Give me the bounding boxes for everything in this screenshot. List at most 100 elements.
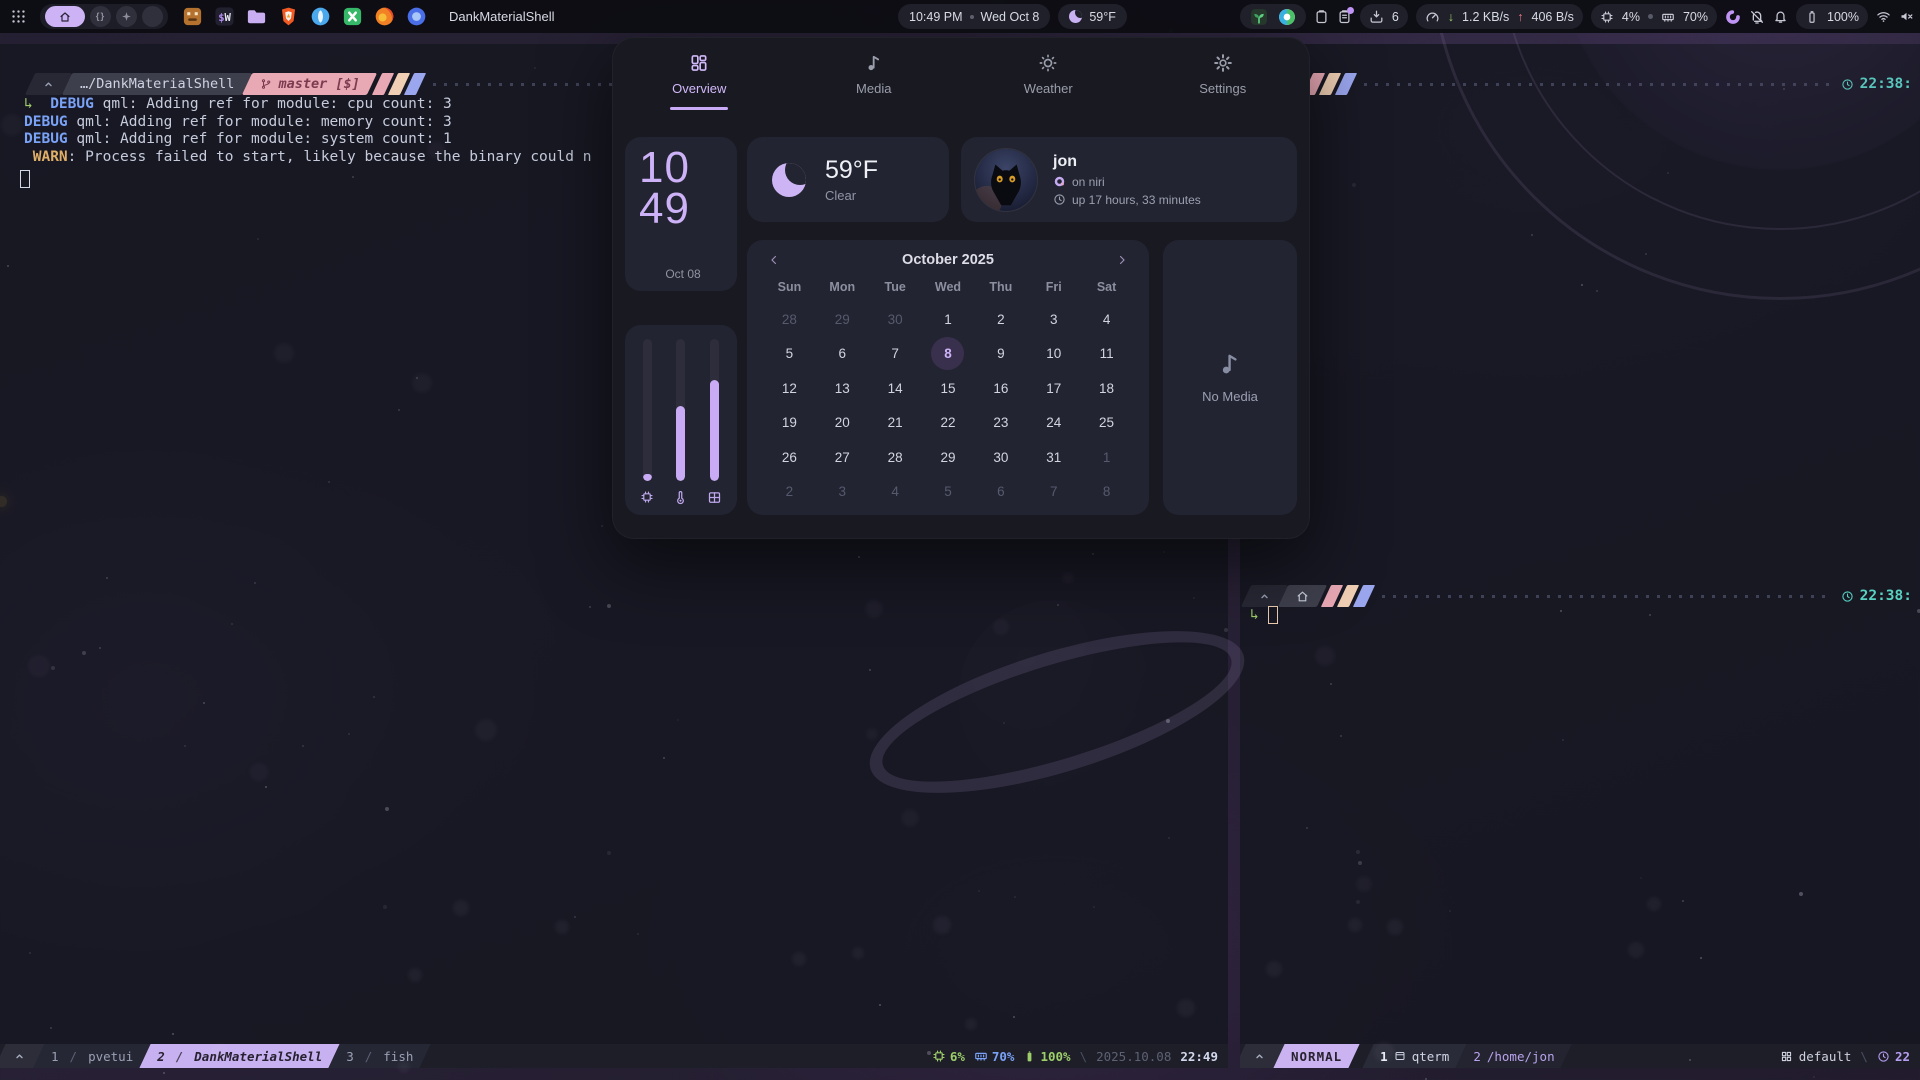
calendar-day[interactable]: 4 xyxy=(1080,302,1133,337)
calendar-day[interactable]: 17 xyxy=(1027,371,1080,406)
separator: \ xyxy=(1860,1049,1868,1064)
calendar-day[interactable]: 27 xyxy=(816,440,869,475)
terminal-tab-homejon[interactable]: 2/home/jon xyxy=(1461,1044,1566,1068)
calendar-day[interactable]: 2 xyxy=(974,302,1027,337)
dock-wallet-icon[interactable]: $W xyxy=(213,5,236,28)
dock-firefox-icon[interactable] xyxy=(373,5,396,28)
calendar-day[interactable]: 6 xyxy=(974,475,1027,510)
tab-settings[interactable]: Settings xyxy=(1136,37,1311,111)
top-bar: {} $W DankMaterialShell 10:49 PM Wed Oct… xyxy=(0,0,1920,33)
workspace-star[interactable] xyxy=(116,6,137,27)
updates-indicator[interactable]: 6 xyxy=(1360,4,1408,29)
tmux-statusbar: 1/pvetui2/DankMaterialShell3/fish 6% 70%… xyxy=(0,1044,1228,1068)
prompt-caret-segment xyxy=(30,73,67,95)
calendar-day[interactable]: 11 xyxy=(1080,337,1133,372)
calendar-day[interactable]: 7 xyxy=(1027,475,1080,510)
avatar[interactable] xyxy=(975,149,1037,211)
dock-browser-icon[interactable] xyxy=(309,5,332,28)
calendar-day[interactable]: 29 xyxy=(922,440,975,475)
calendar-day[interactable]: 7 xyxy=(869,337,922,372)
calendar-day[interactable]: 21 xyxy=(869,406,922,441)
calendar-day[interactable]: 6 xyxy=(816,337,869,372)
statusbar-caret-segment[interactable] xyxy=(1240,1044,1279,1068)
dock-messenger-icon[interactable] xyxy=(405,5,428,28)
calendar-day[interactable]: 2 xyxy=(763,475,816,510)
metric-cpu[interactable] xyxy=(640,339,654,505)
workspace-empty[interactable] xyxy=(142,6,163,27)
terminal-tab-pvetui[interactable]: 1/pvetui xyxy=(39,1044,145,1068)
calendar-day[interactable]: 1 xyxy=(922,302,975,337)
calendar-day[interactable]: 16 xyxy=(974,371,1027,406)
calendar-day[interactable]: 26 xyxy=(763,440,816,475)
calendar-day[interactable]: 5 xyxy=(922,475,975,510)
moon-icon xyxy=(1069,10,1082,23)
calendar-day[interactable]: 14 xyxy=(869,371,922,406)
calendar-day[interactable]: 12 xyxy=(763,371,816,406)
usage-donut-icon[interactable] xyxy=(1725,9,1741,25)
clipboard-notification[interactable] xyxy=(1337,9,1352,24)
calendar-day[interactable]: 10 xyxy=(1027,337,1080,372)
calendar-day[interactable]: 28 xyxy=(763,302,816,337)
mode-indicator: NORMAL xyxy=(1279,1044,1354,1068)
terminal-window-right[interactable]: 22:38: 22:38: ↳ NORMAL 1qterm2/home/jon xyxy=(1240,44,1920,1068)
calendar-day[interactable]: 8 xyxy=(1080,475,1133,510)
calendar-day[interactable]: 3 xyxy=(1027,302,1080,337)
battery-widget[interactable]: 100% xyxy=(1796,4,1868,29)
calendar-day[interactable]: 3 xyxy=(816,475,869,510)
calendar-day[interactable]: 19 xyxy=(763,406,816,441)
calendar-next-button[interactable] xyxy=(1111,253,1133,267)
weather-widget[interactable]: 59°F xyxy=(1058,4,1127,29)
network-speed-widget[interactable]: ↓ 1.2 KB/s ↑ 406 B/s xyxy=(1416,4,1583,29)
calendar-day[interactable]: 15 xyxy=(922,371,975,406)
terminal-tab-fish[interactable]: 3/fish xyxy=(334,1044,425,1068)
calendar-day[interactable]: 23 xyxy=(974,406,1027,441)
metric-memory[interactable] xyxy=(707,339,722,505)
calendar-day[interactable]: 25 xyxy=(1080,406,1133,441)
dock-brave-icon[interactable] xyxy=(277,5,300,28)
app-launcher-icon[interactable] xyxy=(10,8,27,25)
calendar-day[interactable]: 28 xyxy=(869,440,922,475)
do-not-disturb-icon[interactable] xyxy=(1749,9,1765,25)
calendar-day[interactable]: 1 xyxy=(1080,440,1133,475)
calendar-day[interactable]: 30 xyxy=(869,302,922,337)
calendar-day[interactable]: 8 xyxy=(922,337,975,372)
calendar-day[interactable]: 31 xyxy=(1027,440,1080,475)
workspace-home[interactable] xyxy=(45,6,85,27)
metric-fill xyxy=(643,474,652,481)
workspace-braces[interactable]: {} xyxy=(90,6,111,27)
calendar-day[interactable]: 22 xyxy=(922,406,975,441)
metric-temperature[interactable] xyxy=(673,339,688,505)
resource-widget[interactable]: 4% 70% xyxy=(1591,4,1717,29)
wifi-icon[interactable] xyxy=(1876,9,1891,24)
calendar-day[interactable]: 4 xyxy=(869,475,922,510)
window-icon xyxy=(1394,1050,1406,1062)
dock-files-icon[interactable] xyxy=(245,5,268,28)
weather-card[interactable]: 59°F Clear xyxy=(747,137,949,222)
calendar-day[interactable]: 24 xyxy=(1027,406,1080,441)
calendar-day[interactable]: 5 xyxy=(763,337,816,372)
notifications-bell-icon[interactable] xyxy=(1773,9,1788,24)
calendar-prev-button[interactable] xyxy=(763,253,785,267)
calendar-day[interactable]: 13 xyxy=(816,371,869,406)
calendar-day[interactable]: 18 xyxy=(1080,371,1133,406)
calendar-day[interactable]: 29 xyxy=(816,302,869,337)
shell-prompt-top: 22:38: xyxy=(1308,73,1912,95)
statusbar-caret-segment[interactable] xyxy=(0,1044,39,1068)
clock-widget[interactable]: 10:49 PM Wed Oct 8 xyxy=(898,4,1050,29)
tray-orb-app-icon[interactable] xyxy=(1277,7,1297,27)
terminal-tab-qterm[interactable]: 1qterm xyxy=(1368,1044,1461,1068)
calendar-day[interactable]: 9 xyxy=(974,337,1027,372)
tab-overview[interactable]: Overview xyxy=(612,37,787,111)
terminal-line: DEBUG qml: Adding ref for module: memory… xyxy=(24,114,591,132)
prompt-dotted-fill xyxy=(1382,595,1829,598)
dock-terminal-icon[interactable] xyxy=(181,5,204,28)
tray-plant-app-icon[interactable] xyxy=(1249,7,1269,27)
dock-code-icon[interactable] xyxy=(341,5,364,28)
volume-muted-icon[interactable] xyxy=(1899,9,1914,24)
calendar-day[interactable]: 30 xyxy=(974,440,1027,475)
calendar-day[interactable]: 20 xyxy=(816,406,869,441)
terminal-tab-DankMaterialShell[interactable]: 2/DankMaterialShell xyxy=(145,1044,334,1068)
tab-media[interactable]: Media xyxy=(787,37,962,111)
clipboard-icon[interactable] xyxy=(1314,9,1329,24)
tab-weather[interactable]: Weather xyxy=(961,37,1136,111)
